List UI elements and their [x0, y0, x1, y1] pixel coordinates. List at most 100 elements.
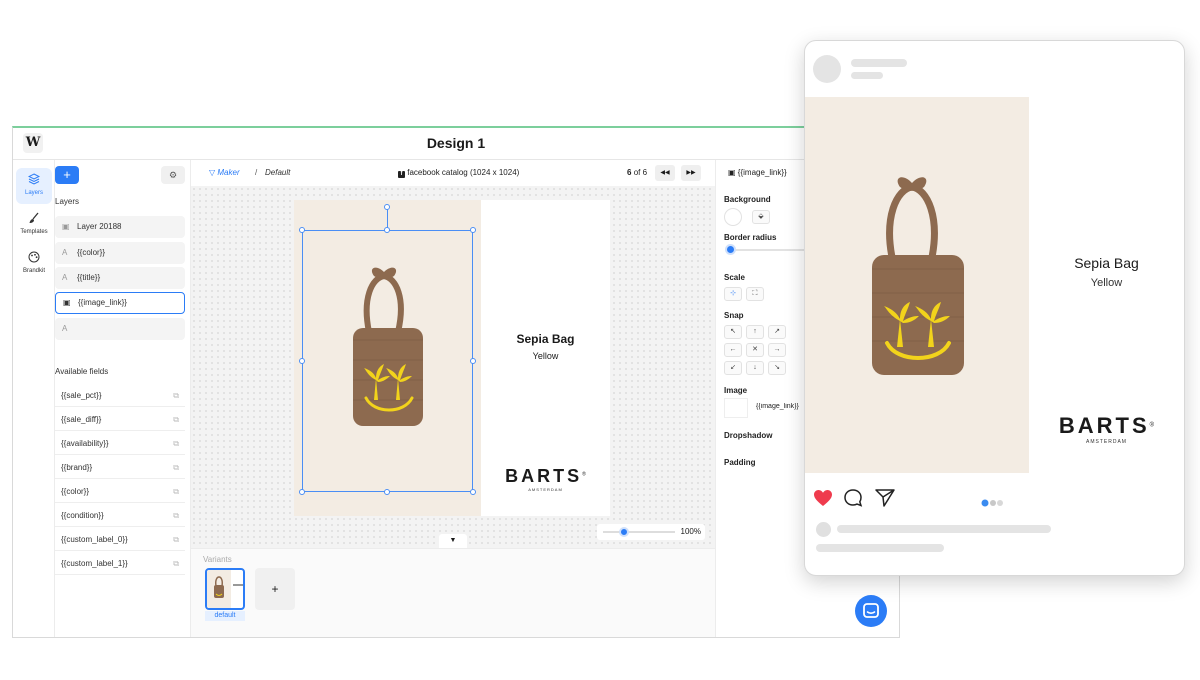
add-variant-button[interactable]: + — [255, 568, 295, 610]
layers-heading: Layers — [55, 197, 80, 206]
facebook-icon: f — [398, 171, 405, 178]
copy-icon[interactable]: ⧉ — [173, 457, 179, 479]
editor-window: W Design 1 Layers Templates Brandkit + ⚙… — [12, 126, 900, 638]
zoom-slider-thumb[interactable] — [619, 527, 629, 537]
text-icon: A — [62, 324, 68, 333]
scale-fit-button[interactable]: ⊹ — [724, 287, 742, 301]
nav-layers[interactable]: Layers — [16, 168, 52, 204]
prev-page-button[interactable]: ◀◀ — [655, 165, 675, 181]
props-header: ▣ {{image_link}} — [728, 168, 787, 177]
share-button[interactable] — [875, 489, 895, 512]
image-preview-box[interactable] — [724, 398, 748, 418]
copy-icon[interactable]: ⧉ — [173, 433, 179, 455]
copy-icon[interactable]: ⧉ — [173, 553, 179, 575]
variant-label[interactable]: default — [205, 611, 245, 621]
image-icon: ▣ — [62, 222, 70, 231]
border-radius-slider-thumb[interactable] — [725, 244, 736, 255]
collapse-toggle[interactable]: ▼ — [439, 534, 467, 548]
text-icon: A — [62, 273, 68, 282]
format-selector[interactable]: f facebook catalog (1024 x 1024) — [398, 160, 519, 186]
zoom-track[interactable] — [603, 531, 675, 533]
liker-avatar-placeholder — [816, 522, 831, 537]
social-preview-card: Sepia Bag Yellow BARTS® AMSTERDAM — [804, 40, 1185, 576]
padding-label: Padding — [724, 458, 756, 467]
design-canvas[interactable]: Sepia Bag Yellow BARTS® AMSTERDAM 100% ▼ — [191, 186, 715, 548]
fill-tool-button[interactable]: ⬙ — [752, 210, 770, 224]
selection-box[interactable] — [302, 230, 473, 492]
fields-list: {{sale_pct}} ⧉ {{sale_diff}} ⧉ {{availabil… — [55, 380, 185, 588]
chevron-down-icon: ▼ — [449, 537, 457, 544]
scale-fill-button[interactable]: ⛶ — [746, 287, 764, 301]
field-item[interactable]: {{custom_label_0}} ⧉ — [55, 529, 185, 551]
bag-illustration — [872, 177, 964, 375]
chat-support-button[interactable] — [855, 595, 887, 627]
dropshadow-label: Dropshadow — [724, 431, 773, 440]
copy-icon[interactable]: ⧉ — [173, 481, 179, 503]
variant-thumbnail[interactable] — [205, 568, 245, 610]
field-item[interactable]: {{custom_label_1}} ⧉ — [55, 553, 185, 575]
snap-center[interactable]: ✕ — [746, 343, 764, 357]
maker-link[interactable]: ▽ Maker — [209, 160, 240, 186]
copy-icon[interactable]: ⧉ — [173, 529, 179, 551]
copy-icon[interactable]: ⧉ — [173, 409, 179, 431]
field-label: {{custom_label_1}} — [61, 559, 128, 568]
layer-item[interactable]: A {{color}} — [55, 242, 185, 264]
resize-handle-tl[interactable] — [299, 227, 305, 233]
rotate-handle[interactable] — [384, 204, 390, 210]
background-color-swatch[interactable] — [724, 208, 742, 226]
funnel-icon: ▽ — [209, 168, 216, 177]
nav-brandkit-label: Brandkit — [22, 268, 45, 274]
comment-button[interactable] — [843, 488, 863, 513]
resize-handle-r[interactable] — [470, 358, 476, 364]
image-icon: ▣ — [63, 298, 71, 307]
subtitle-placeholder — [851, 72, 883, 79]
brand-mark: ® — [582, 471, 586, 478]
field-item[interactable]: {{availability}} ⧉ — [55, 433, 185, 455]
layer-item[interactable]: A — [55, 318, 185, 340]
post-image — [805, 97, 1029, 473]
variant-thumb-text — [233, 584, 243, 586]
brand-mark: ® — [1149, 422, 1155, 429]
snap-bottom[interactable]: ↓ — [746, 361, 764, 375]
layer-item-selected[interactable]: ▣ {{image_link}} — [55, 292, 185, 314]
resize-handle-bl[interactable] — [299, 489, 305, 495]
nav-brandkit[interactable]: Brandkit — [16, 246, 52, 282]
snap-bottom-right[interactable]: ↘ — [768, 361, 786, 375]
copy-icon[interactable]: ⧉ — [173, 385, 179, 407]
settings-button[interactable]: ⚙ — [161, 166, 185, 184]
copy-icon[interactable]: ⧉ — [173, 505, 179, 527]
scale-label: Scale — [724, 273, 745, 282]
artboard-title[interactable]: Sepia Bag — [481, 332, 610, 346]
field-item[interactable]: {{condition}} ⧉ — [55, 505, 185, 527]
layer-item[interactable]: A {{title}} — [55, 267, 185, 289]
snap-bottom-left[interactable]: ↙ — [724, 361, 742, 375]
snap-top-left[interactable]: ↖ — [724, 325, 742, 339]
field-item[interactable]: {{sale_pct}} ⧉ — [55, 385, 185, 407]
snap-top[interactable]: ↑ — [746, 325, 764, 339]
resize-handle-tr[interactable] — [470, 227, 476, 233]
resize-handle-t[interactable] — [384, 227, 390, 233]
resize-handle-b[interactable] — [384, 489, 390, 495]
design-title[interactable]: Design 1 — [13, 135, 899, 151]
resize-handle-br[interactable] — [470, 489, 476, 495]
field-item[interactable]: {{color}} ⧉ — [55, 481, 185, 503]
carousel-dots[interactable] — [981, 494, 1009, 512]
snap-top-right[interactable]: ↗ — [768, 325, 786, 339]
artboard-color[interactable]: Yellow — [481, 351, 610, 361]
nav-templates[interactable]: Templates — [16, 207, 52, 243]
like-button[interactable] — [813, 489, 833, 512]
layer-item[interactable]: ▣ Layer 20188 — [55, 216, 185, 238]
image-source-field[interactable]: {{image_link}} — [756, 403, 808, 410]
page-total: of 6 — [633, 168, 648, 177]
snap-left[interactable]: ← — [724, 343, 742, 357]
top-bar: W Design 1 — [13, 128, 899, 160]
field-item[interactable]: {{sale_diff}} ⧉ — [55, 409, 185, 431]
snap-right[interactable]: → — [768, 343, 786, 357]
resize-handle-l[interactable] — [299, 358, 305, 364]
border-radius-track[interactable] — [726, 249, 806, 251]
next-page-button[interactable]: ▶▶ — [681, 165, 701, 181]
field-label: {{sale_pct}} — [61, 391, 102, 400]
add-layer-button[interactable]: + — [55, 166, 79, 184]
default-breadcrumb[interactable]: Default — [265, 160, 290, 186]
field-item[interactable]: {{brand}} ⧉ — [55, 457, 185, 479]
